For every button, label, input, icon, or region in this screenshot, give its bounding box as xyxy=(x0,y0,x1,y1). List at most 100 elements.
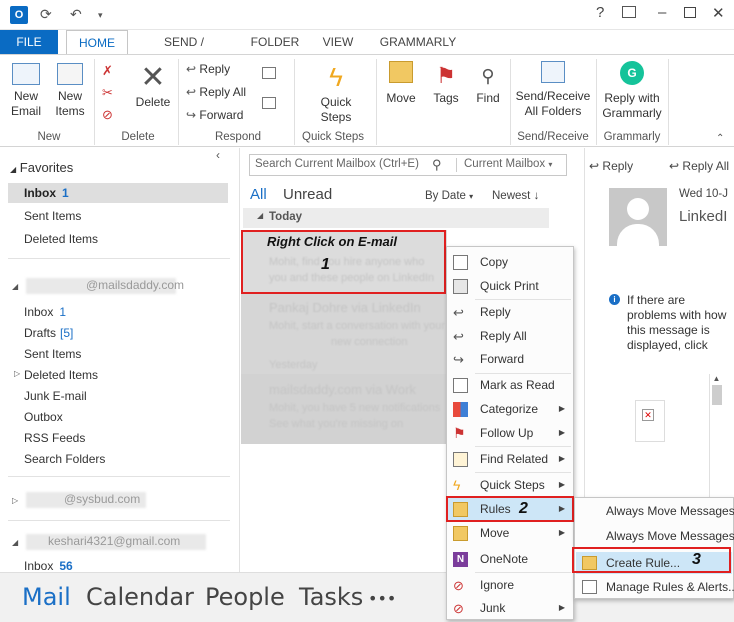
submenu-arrow-icon: ▶ xyxy=(558,428,565,437)
menu-item-copy[interactable]: Copy xyxy=(447,251,573,273)
tab-file[interactable]: FILE xyxy=(0,30,58,54)
message-item-3[interactable]: mailsdaddy.com via Work Mohit, you have … xyxy=(241,374,447,444)
favorites-header[interactable]: ◢ Favorites xyxy=(10,160,73,175)
nav-item-deleted[interactable]: Deleted Items xyxy=(24,368,98,382)
ignore-icon[interactable]: ✗ xyxy=(102,63,113,79)
meeting-icon[interactable] xyxy=(262,67,276,79)
menu-item-reply[interactable]: ↩ Reply xyxy=(447,301,573,323)
move-button[interactable]: Move xyxy=(380,61,422,106)
submenu-item-manage-rules[interactable]: Manage Rules & Alerts... xyxy=(576,576,734,598)
delete-button[interactable]: ✕ Delete xyxy=(134,61,172,110)
nav-mail[interactable]: Mail xyxy=(22,583,71,611)
nav-item-drafts[interactable]: Drafts [5] xyxy=(24,326,73,340)
nav-item-sent[interactable]: Sent Items xyxy=(24,347,81,361)
reply-all-button[interactable]: ↩ Reply All xyxy=(186,83,246,101)
reply-with-grammarly-button[interactable]: G Reply with Grammarly xyxy=(600,61,664,121)
more-respond-icon[interactable] xyxy=(262,97,276,109)
message-item-2[interactable]: Pankaj Dohre via LinkedIn Mohit, start a… xyxy=(241,294,447,356)
nav-item-junk[interactable]: Junk E-mail xyxy=(24,389,87,403)
display-problem-info[interactable]: If there are problems with how this mess… xyxy=(627,293,727,353)
maximize-button[interactable] xyxy=(684,7,696,18)
reading-reply-button[interactable]: ↩ Reply xyxy=(589,159,633,173)
search-scope-dropdown[interactable]: Current Mailbox ▾ xyxy=(464,158,552,170)
menu-item-quick-steps[interactable]: ϟ Quick Steps ▶ xyxy=(447,474,573,496)
tab-folder[interactable]: FOLDER xyxy=(244,30,306,54)
annotation-right-click: Right Click on E-mail xyxy=(267,234,398,249)
expand-triangle-icon: ◢ xyxy=(12,282,19,291)
qat-customize-icon[interactable]: ▾ xyxy=(98,10,103,21)
step-number-1: 1 xyxy=(321,256,330,273)
account-header-mailsdaddy[interactable]: ◢ @mailsdaddy.com xyxy=(12,278,184,294)
menu-item-forward[interactable]: ↪ Forward xyxy=(447,348,573,370)
help-button[interactable]: ? xyxy=(596,4,604,21)
outlook-icon[interactable]: O xyxy=(10,6,28,24)
scroll-up-icon[interactable]: ▲ xyxy=(710,374,723,383)
menu-item-move[interactable]: Move ▶ xyxy=(447,522,573,544)
menu-item-find-related[interactable]: Find Related ▶ xyxy=(447,448,573,470)
new-items-button[interactable]: New Items xyxy=(48,63,92,119)
filter-all[interactable]: All xyxy=(250,186,267,203)
menu-item-follow-up[interactable]: ⚑ Follow Up ▶ xyxy=(447,422,573,444)
ribbon-display-button[interactable] xyxy=(622,6,636,18)
nav-more-icon[interactable]: ••• xyxy=(368,589,396,608)
nav-item-fav-inbox[interactable]: Inbox 1 xyxy=(8,183,228,203)
search-box[interactable]: Search Current Mailbox (Ctrl+E) ⚲ Curren… xyxy=(249,154,567,176)
binoculars-icon: ⚲ xyxy=(481,66,495,86)
group-header-today[interactable]: ◢ Today xyxy=(243,208,549,228)
sort-order-toggle[interactable]: Newest ↓ xyxy=(492,190,539,202)
categorize-icon xyxy=(453,402,468,417)
tab-send-receive[interactable]: SEND / RECEIVE xyxy=(136,30,232,73)
nav-item-fav-deleted[interactable]: Deleted Items xyxy=(24,232,98,246)
chevron-down-icon: ▾ xyxy=(548,160,553,169)
group-header-yesterday[interactable]: Yesterday xyxy=(241,356,447,374)
menu-item-quick-print[interactable]: Quick Print xyxy=(447,275,573,297)
account-header-gmail[interactable]: ◢ keshari4321@gmail.com xyxy=(12,534,208,550)
menu-separator xyxy=(475,299,571,300)
tab-view[interactable]: VIEW xyxy=(314,30,362,54)
menu-item-onenote[interactable]: N OneNote xyxy=(447,548,573,570)
clean-up-icon[interactable]: ✂ xyxy=(102,85,113,101)
minimize-button[interactable]: – xyxy=(658,4,666,21)
nav-tasks[interactable]: Tasks xyxy=(299,583,363,611)
menu-item-reply-all[interactable]: ↩ Reply All xyxy=(447,325,573,347)
nav-calendar[interactable]: Calendar xyxy=(86,583,194,611)
send-receive-qat-icon[interactable]: ⟳ xyxy=(40,6,52,23)
tab-home[interactable]: HOME xyxy=(66,30,128,54)
tags-button[interactable]: ⚑ Tags xyxy=(426,61,466,106)
close-button[interactable]: ✕ xyxy=(712,4,725,22)
nav-item-rss[interactable]: RSS Feeds xyxy=(24,431,85,445)
quick-steps-button[interactable]: ϟ Quick Steps xyxy=(308,59,364,125)
nav-item-inbox[interactable]: Inbox 1 xyxy=(24,305,66,319)
nav-item-search-folders[interactable]: Search Folders xyxy=(24,452,105,466)
collapse-ribbon-icon[interactable]: ⌃ xyxy=(716,133,724,144)
reply-button[interactable]: ↩ Reply xyxy=(186,60,230,78)
forward-button[interactable]: ↪ Forward xyxy=(186,106,243,124)
junk-icon[interactable]: ⊘ xyxy=(102,107,113,123)
nav-people[interactable]: People xyxy=(205,583,285,611)
submenu-item-always-move-from[interactable]: Always Move Messages xyxy=(606,504,734,518)
nav-item-fav-sent[interactable]: Sent Items xyxy=(24,209,81,223)
nav-item-outbox[interactable]: Outbox xyxy=(24,410,63,424)
menu-item-categorize[interactable]: Categorize ▶ xyxy=(447,398,573,420)
new-email-button[interactable]: New Email xyxy=(6,63,46,119)
avatar-head-icon xyxy=(627,198,649,220)
scroll-thumb[interactable] xyxy=(712,385,722,405)
sort-by-dropdown[interactable]: By Date ▾ xyxy=(425,190,473,202)
collapse-pane-icon[interactable]: ‹ xyxy=(216,148,220,162)
filter-unread[interactable]: Unread xyxy=(283,186,332,203)
send-receive-all-button[interactable]: Send/Receive All Folders xyxy=(514,61,592,119)
tab-grammarly[interactable]: GRAMMARLY xyxy=(372,30,464,54)
submenu-item-always-move-to[interactable]: Always Move Messages xyxy=(606,529,734,543)
expand-deleted-icon[interactable]: ▷ xyxy=(14,369,20,378)
collapse-triangle-icon: ◢ xyxy=(257,211,264,220)
menu-item-ignore[interactable]: ⊘ Ignore xyxy=(447,574,573,596)
find-related-icon xyxy=(453,452,468,467)
nav-item-gmail-inbox[interactable]: Inbox 56 xyxy=(24,559,73,573)
menu-item-mark-as-read[interactable]: Mark as Read xyxy=(447,374,573,396)
account-header-sysbud[interactable]: ▷ @sysbud.com xyxy=(12,492,148,508)
undo-icon[interactable]: ↶ xyxy=(70,6,82,23)
reading-reply-all-button[interactable]: ↩ Reply All xyxy=(669,159,729,173)
menu-item-junk[interactable]: ⊘ Junk ▶ xyxy=(447,597,573,619)
find-button[interactable]: ⚲ Find xyxy=(470,61,506,106)
copy-icon xyxy=(453,255,468,270)
